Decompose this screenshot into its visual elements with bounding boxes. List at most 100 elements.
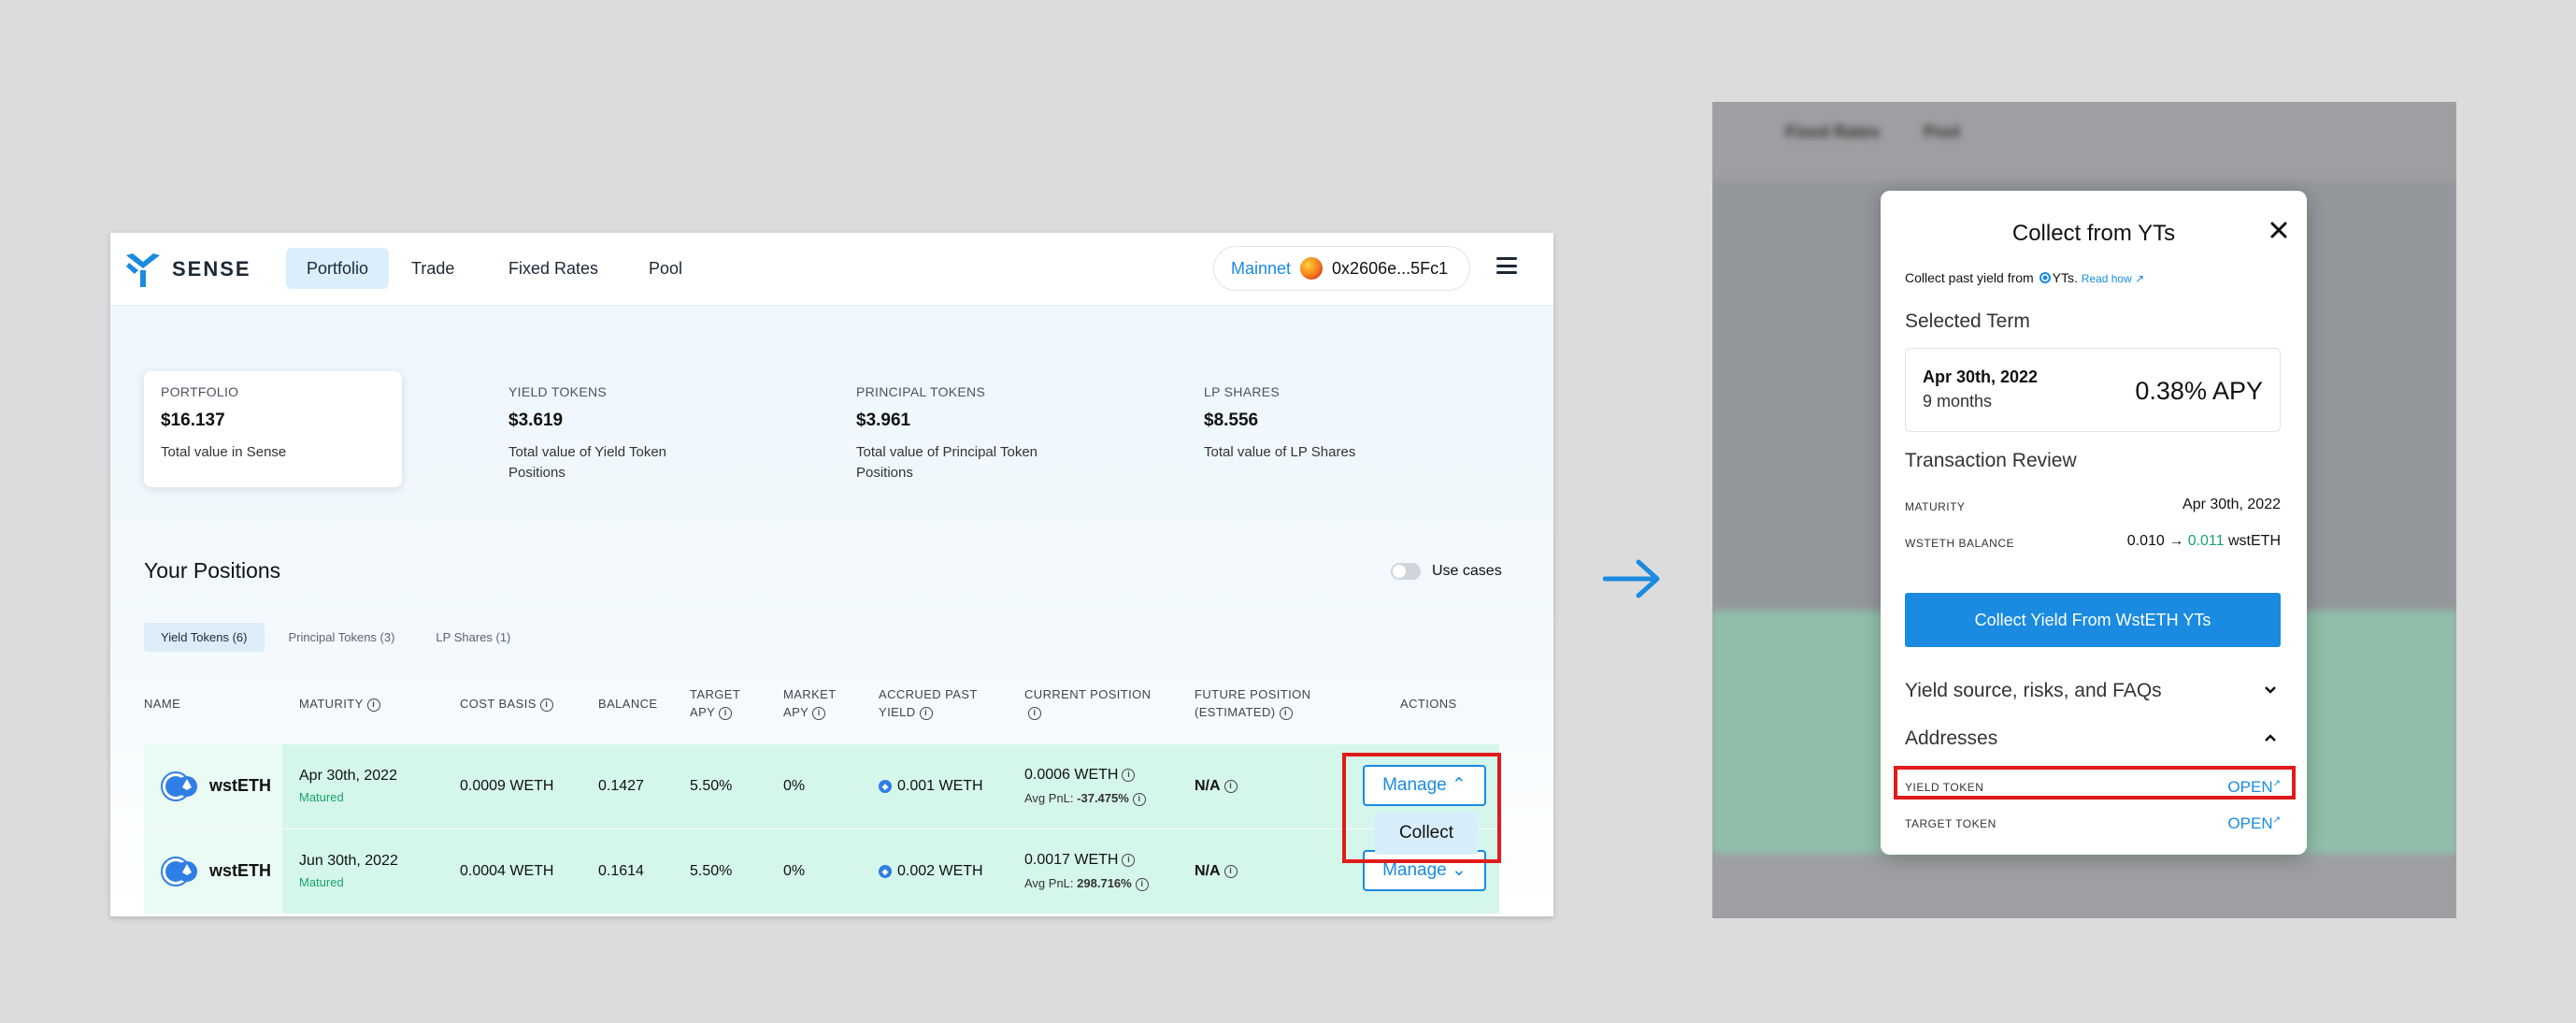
nav-fixed-rates[interactable]: Fixed Rates [488,248,619,289]
current-value: 0.0006 WETH [1024,767,1119,783]
stat-value: $8.556 [1204,411,1259,430]
info-icon[interactable]: i [1279,706,1293,720]
info-icon[interactable]: i [1135,877,1149,891]
col-cost-basis: COST BASIS i [460,695,553,713]
accrued-value: 0.002 WETH [897,863,983,879]
use-cases-toggle[interactable]: Use cases [1391,563,1502,580]
stat-lp-shares: LP SHARES $8.556 Total value of LP Share… [1204,384,1400,463]
transaction-review-heading: Transaction Review [1905,450,2077,471]
market-apy-value: 0% [783,778,806,794]
stat-desc: Total value of Yield Token Positions [508,444,667,481]
subtitle-suffix: YTs. [2052,270,2078,285]
wallet-button[interactable]: Mainnet 0x2606e...5Fc1 [1213,246,1470,291]
nav-portfolio[interactable]: Portfolio [286,248,390,289]
info-icon[interactable]: i [719,706,733,720]
collect-yield-button[interactable]: Collect Yield From WstETH YTs [1905,593,2281,647]
addresses-accordion[interactable]: Addresses [1905,728,2281,750]
selected-term-heading: Selected Term [1905,310,2030,332]
position-tabs: Yield Tokens (6) Principal Tokens (3) LP… [144,623,527,652]
read-how-link[interactable]: Read how ↗ [2082,272,2144,285]
addresses-label: Addresses [1905,728,1998,749]
balance-label: WSTETH BALANCE [1905,537,2015,550]
stat-value: $16.137 [161,411,225,430]
term-duration: 9 months [1923,392,1993,411]
info-icon[interactable]: i [919,706,933,720]
info-icon[interactable]: i [366,698,380,712]
use-cases-label: Use cases [1432,563,1502,579]
toggle-switch[interactable] [1391,563,1421,580]
collect-modal-screen: Fixed Rates Pool Collect from YTs Collec… [1712,102,2456,918]
highlight-box-yield-token [1894,766,2296,800]
portfolio-content: PORTFOLIO $16.137 Total value in Sense Y… [110,306,1553,916]
stat-yield-tokens: YIELD TOKENS $3.619 Total value of Yield… [508,384,705,483]
accrued-cell: ◆ 0.001 WETH [879,778,983,795]
faq-label: Yield source, risks, and FAQs [1905,680,2162,701]
hamburger-menu-icon[interactable] [1496,257,1517,274]
info-icon[interactable]: i [1122,768,1136,782]
read-how-label: Read how [2081,272,2132,285]
token-name: wstETH [209,776,272,795]
close-icon[interactable] [2268,219,2290,241]
tab-lp-shares[interactable]: LP Shares (1) [419,623,527,652]
balance-value: 0.010 → 0.011 wstETH [2127,533,2281,550]
info-icon[interactable]: i [539,698,553,712]
col-future: FUTURE POSITION (ESTIMATED) i [1195,685,1325,721]
name-cell: wstETH [144,744,282,828]
stat-value: $3.619 [508,411,564,430]
positions-title: Your Positions [144,558,281,583]
nav-pool[interactable]: Pool [628,248,703,289]
target-token-open-link[interactable]: OPEN↗ [2227,814,2281,833]
target-token-label: TARGET TOKEN [1905,817,1996,830]
info-icon[interactable]: i [1028,706,1041,720]
maturity-date: Jun 30th, 2022 [299,853,398,869]
term-apy: 0.38% APY [2135,377,2263,405]
selected-term-card[interactable]: Apr 30th, 2022 9 months 0.38% APY [1905,348,2281,432]
brand-name: SENSE [172,257,251,281]
balance-to: 0.011 [2187,533,2225,549]
info-icon[interactable]: i [1122,853,1136,867]
current-value: 0.0017 WETH [1024,852,1119,868]
col-actions: ACTIONS [1400,697,1457,711]
pnl-value: 298.716% [1077,876,1132,890]
open-label: OPEN [2227,814,2273,832]
stat-label: PORTFOLIO [161,384,239,399]
maturity-cell: Jun 30th, 2022 Matured [299,853,398,889]
stat-label: LP SHARES [1204,384,1281,399]
market-apy-value: 0% [783,863,806,879]
top-nav: SENSE Portfolio Trade Fixed Rates Pool M… [110,233,1553,306]
info-icon[interactable]: i [1224,779,1238,793]
stat-value: $3.961 [856,411,911,430]
current-position-cell: 0.0006 WETH i Avg PnL: -37.475% i [1024,767,1146,806]
table-row[interactable]: wstETH Jun 30th, 2022 Matured 0.0004 WET… [144,829,1499,914]
target-apy-value: 5.50% [690,863,733,879]
highlight-box-manage [1342,753,1501,863]
info-icon[interactable]: i [812,706,826,720]
info-icon[interactable]: i [1132,792,1146,806]
balance-value: 0.1614 [598,863,644,879]
matured-badge: Matured [299,875,344,889]
tab-yield-tokens[interactable]: Yield Tokens (6) [144,623,265,652]
sense-logo[interactable]: SENSE [123,250,251,289]
table-row[interactable]: wstETH Apr 30th, 2022 Matured 0.0009 WET… [144,744,1499,828]
col-balance: BALANCE [598,697,658,711]
arrow-right-icon [1603,559,1660,598]
sense-logo-icon [126,253,160,287]
faq-accordion[interactable]: Yield source, risks, and FAQs [1905,680,2281,702]
maturity-cell: Apr 30th, 2022 Matured [299,768,397,804]
name-cell: wstETH [144,829,282,914]
stat-principal-tokens: PRINCIPAL TOKENS $3.961 Total value of P… [856,384,1052,483]
wsteth-token-icon [161,857,197,886]
accrued-value: 0.001 WETH [897,778,983,794]
current-position-cell: 0.0017 WETH i Avg PnL: 298.716% i [1024,852,1149,891]
portfolio-screen: SENSE Portfolio Trade Fixed Rates Pool M… [110,233,1553,916]
weth-icon: ◆ [879,864,892,878]
maturity-value: Apr 30th, 2022 [2182,497,2281,512]
subtitle-prefix: Collect past yield from [1905,270,2034,285]
tab-principal-tokens[interactable]: Principal Tokens (3) [272,623,412,652]
info-icon[interactable]: i [1224,864,1238,878]
stat-label: YIELD TOKENS [508,384,608,399]
bg-nav-pool: Pool [1924,122,1960,141]
nav-trade[interactable]: Trade [391,248,475,289]
external-link-icon: ↗ [2135,272,2145,285]
col-accrued: ACCRUED PAST YIELD i [879,685,991,721]
